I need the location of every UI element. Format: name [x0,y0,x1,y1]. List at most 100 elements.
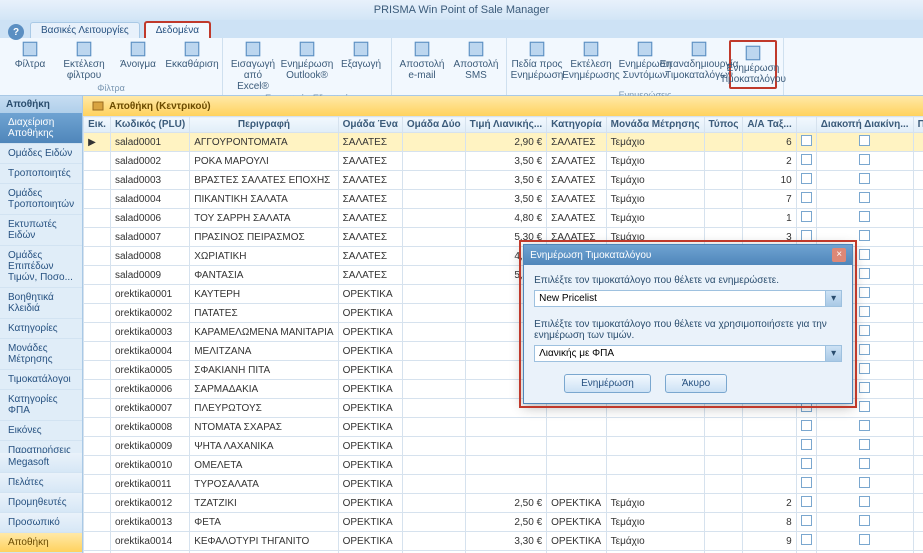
checkbox-icon[interactable] [859,287,870,298]
cancel-button[interactable]: Άκυρο [665,374,727,393]
sidebar-item-0[interactable]: Διαχείριση Αποθήκης [0,113,82,144]
checkbox-icon[interactable] [859,534,870,545]
table-row[interactable]: orektika0010ΟΜΕΛΕΤΑΟΡΕΚΤΙΚΑ-12,00-12,002… [84,456,923,475]
checkbox-icon[interactable] [859,230,870,241]
checkbox-icon[interactable] [859,344,870,355]
checkbox-icon[interactable] [859,496,870,507]
combo-source-input[interactable] [534,345,826,362]
checkbox-icon[interactable] [859,154,870,165]
checkbox-icon[interactable] [859,192,870,203]
combo-target-input[interactable] [534,290,826,307]
ribbon-φ-λτρα[interactable]: Φίλτρα [6,40,54,81]
chevron-down-icon[interactable]: ▾ [826,345,842,362]
ribbon-εκκαθ-ριση[interactable]: Εκκαθάριση [168,40,216,81]
combo-source-pricelist[interactable]: ▾ [534,345,842,362]
help-icon[interactable]: ? [8,24,24,40]
checkbox-icon[interactable] [859,458,870,469]
checkbox-icon[interactable] [801,192,812,203]
checkbox-icon[interactable] [859,439,870,450]
checkbox-icon[interactable] [859,515,870,526]
checkbox-icon[interactable] [859,173,870,184]
col-header[interactable]: Εικ. [84,117,111,133]
sidebar-item-12[interactable]: Παρατηρήσεις [0,441,82,453]
col-header[interactable]: Προγμ. ... [913,117,923,133]
sidebar-bottom-0[interactable]: Megasoft [0,453,82,473]
checkbox-icon[interactable] [859,477,870,488]
sidebar-bottom-3[interactable]: Προσωπικό [0,513,82,533]
sidebar-item-2[interactable]: Τροποποιητές [0,164,82,184]
col-header[interactable]: Ομάδα Ένα [338,117,402,133]
col-header[interactable] [796,117,816,133]
col-header[interactable]: Κατηγορία [547,117,607,133]
table-row[interactable]: salad0002ΡΟΚΑ ΜΑΡΟΥΛΙΣΑΛΑΤΕΣ3,50 €ΣΑΛΑΤΕ… [84,152,923,171]
tab-basic[interactable]: Βασικές Λειτουργίες [30,22,140,38]
sidebar-item-7[interactable]: Κατηγορίες [0,319,82,339]
dialog-titlebar[interactable]: Ενημέρωση Τιμοκαταλόγου × [524,245,852,265]
combo-target-pricelist[interactable]: ▾ [534,290,842,307]
col-header[interactable]: Κωδικός (PLU) [110,117,189,133]
checkbox-icon[interactable] [801,515,812,526]
checkbox-icon[interactable] [801,211,812,222]
sidebar-item-11[interactable]: Εικόνες [0,421,82,441]
ribbon-πεδ-α-προς-ενημ-ρωση[interactable]: Πεδία προς Ενημέρωση [513,40,561,89]
sidebar-bottom-1[interactable]: Πελάτες [0,473,82,493]
checkbox-icon[interactable] [801,439,812,450]
checkbox-icon[interactable] [801,420,812,431]
ribbon-επαναδημιουργ-α-τιμοκαταλ-γων[interactable]: Επαναδημιουργία Τιμοκαταλόγων [675,40,723,89]
ribbon-ενημ-ρωση-outlook-[interactable]: Ενημέρωση Outlook® [283,40,331,92]
checkbox-icon[interactable] [801,173,812,184]
sidebar-item-8[interactable]: Μονάδες Μέτρησης [0,339,82,370]
checkbox-icon[interactable] [801,496,812,507]
table-row[interactable]: orektika0014ΚΕΦΑΛΟΤΥΡΙ ΤΗΓΑΝΙΤΟΟΡΕΚΤΙΚΑ3… [84,532,923,551]
table-row[interactable]: orektika0012ΤΖΑΤΖΙΚΙΟΡΕΚΤΙΚΑ2,50 €ΟΡΕΚΤΙ… [84,494,923,513]
checkbox-icon[interactable] [859,211,870,222]
ribbon--νοιγμα[interactable]: Άνοιγμα [114,40,162,81]
table-row[interactable]: salad0006ΤΟΥ ΣΑΡΡΗ ΣΑΛΑΤΑΣΑΛΑΤΕΣ4,80 €ΣΑ… [84,209,923,228]
col-header[interactable]: Τιμή Λιανικής... [465,117,547,133]
sidebar-bottom-2[interactable]: Προμηθευτές [0,493,82,513]
tab-data[interactable]: Δεδομένα [144,21,211,38]
sidebar-item-3[interactable]: Ομάδες Τροποποιητών [0,184,82,215]
checkbox-icon[interactable] [859,249,870,260]
col-header[interactable]: Τύπος [704,117,743,133]
ribbon-αποστολ-sms[interactable]: Αποστολή SMS [452,40,500,81]
checkbox-icon[interactable] [859,420,870,431]
table-row[interactable]: orektika0009ΨΗΤΑ ΛΑΧΑΝΙΚΑΟΡΕΚΤΙΚΑ-49,00-… [84,437,923,456]
update-button[interactable]: Ενημέρωση [564,374,651,393]
table-row[interactable]: orektika0008ΝΤΟΜΑΤΑ ΣΧΑΡΑΣΟΡΕΚΤΙΚΑ-8,00-… [84,418,923,437]
checkbox-icon[interactable] [801,534,812,545]
checkbox-icon[interactable] [859,325,870,336]
table-row[interactable]: orektika0013ΦΕΤΑΟΡΕΚΤΙΚΑ2,50 €ΟΡΕΚΤΙΚΑΤε… [84,513,923,532]
ribbon-ενημ-ρωση-τιμοκαταλ-γου[interactable]: Ενημέρωση Τιμοκαταλόγου [729,40,777,89]
checkbox-icon[interactable] [859,363,870,374]
ribbon-εκτ-λεση-φ-λτρου[interactable]: Εκτέλεση φίλτρου [60,40,108,81]
checkbox-icon[interactable] [801,477,812,488]
col-header[interactable]: Ομάδα Δύο [402,117,465,133]
sidebar-item-4[interactable]: Εκτυπωτές Ειδών [0,215,82,246]
checkbox-icon[interactable] [859,382,870,393]
checkbox-icon[interactable] [801,135,812,146]
checkbox-icon[interactable] [859,268,870,279]
chevron-down-icon[interactable]: ▾ [826,290,842,307]
sidebar-item-5[interactable]: Ομάδες Επιπέδων Τιμών, Ποσο... [0,246,82,288]
sidebar-item-1[interactable]: Ομάδες Ειδών [0,144,82,164]
sidebar-bottom-4[interactable]: Αποθήκη [0,533,82,553]
ribbon-εισαγωγ-απ-excel-[interactable]: Εισαγωγή από Excel® [229,40,277,92]
table-row[interactable]: ▶salad0001ΑΓΓΟΥΡΟΝΤΟΜΑΤΑΣΑΛΑΤΕΣ2,90 €ΣΑΛ… [84,133,923,152]
col-header[interactable]: Μονάδα Μέτρησης [606,117,704,133]
table-row[interactable]: salad0003ΒΡΑΣΤΕΣ ΣΑΛΑΤΕΣ ΕΠΟΧΗΣΣΑΛΑΤΕΣ3,… [84,171,923,190]
checkbox-icon[interactable] [801,154,812,165]
checkbox-icon[interactable] [801,230,812,241]
checkbox-icon[interactable] [859,401,870,412]
checkbox-icon[interactable] [801,458,812,469]
ribbon-εξαγωγ-[interactable]: Εξαγωγή [337,40,385,92]
checkbox-icon[interactable] [859,135,870,146]
checkbox-icon[interactable] [859,306,870,317]
table-row[interactable]: salad0004ΠΙΚΑΝΤΙΚΗ ΣΑΛΑΤΑΣΑΛΑΤΕΣ3,50 €ΣΑ… [84,190,923,209]
col-header[interactable]: Διακοπή Διακίνη... [816,117,913,133]
dialog-close-icon[interactable]: × [832,248,846,262]
table-row[interactable]: orektika0011ΤΥΡΟΣΑΛΑΤΑΟΡΕΚΤΙΚΑ-57,00-58,… [84,475,923,494]
ribbon-εκτ-λεση-ενημ-ρωσης[interactable]: Εκτέλεση Ενημέρωσης [567,40,615,89]
sidebar-item-9[interactable]: Τιμοκατάλογοι [0,370,82,390]
sidebar-item-6[interactable]: Βοηθητικά Κλειδιά [0,288,82,319]
